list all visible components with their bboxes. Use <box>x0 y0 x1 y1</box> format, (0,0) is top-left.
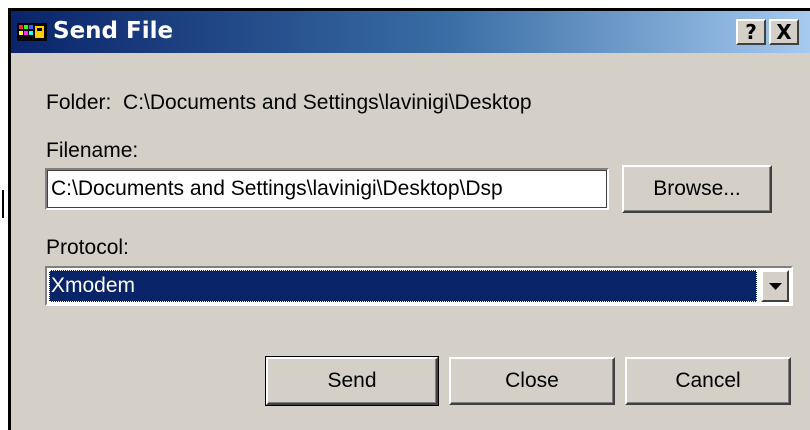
window-title: Send File <box>53 18 174 44</box>
filename-label: Filename: <box>46 139 139 162</box>
send-button[interactable]: Send <box>265 356 439 406</box>
window-edge-mark <box>2 190 4 218</box>
help-button[interactable]: ? <box>736 19 766 45</box>
filename-input[interactable] <box>45 168 609 210</box>
folder-path: C:\Documents and Settings\lavinigi\Deskt… <box>123 91 532 114</box>
send-file-dialog: Send File ? X Folder: C:\Documents and S… <box>8 8 810 430</box>
folder-line: Folder: C:\Documents and Settings\lavini… <box>46 91 532 115</box>
close-window-button[interactable]: X <box>769 19 799 45</box>
protocol-selected-value[interactable]: Xmodem <box>49 270 757 302</box>
title-bar[interactable]: Send File ? X <box>11 11 810 53</box>
cancel-button[interactable]: Cancel <box>625 357 791 405</box>
close-button[interactable]: Close <box>449 357 615 405</box>
dropdown-button[interactable] <box>761 270 789 302</box>
terminal-app-icon <box>17 21 47 43</box>
folder-label: Folder: <box>46 91 112 114</box>
protocol-label: Protocol: <box>46 236 129 259</box>
browse-button[interactable]: Browse... <box>622 165 772 213</box>
protocol-select[interactable]: Xmodem <box>45 266 793 306</box>
chevron-down-icon <box>769 283 782 290</box>
